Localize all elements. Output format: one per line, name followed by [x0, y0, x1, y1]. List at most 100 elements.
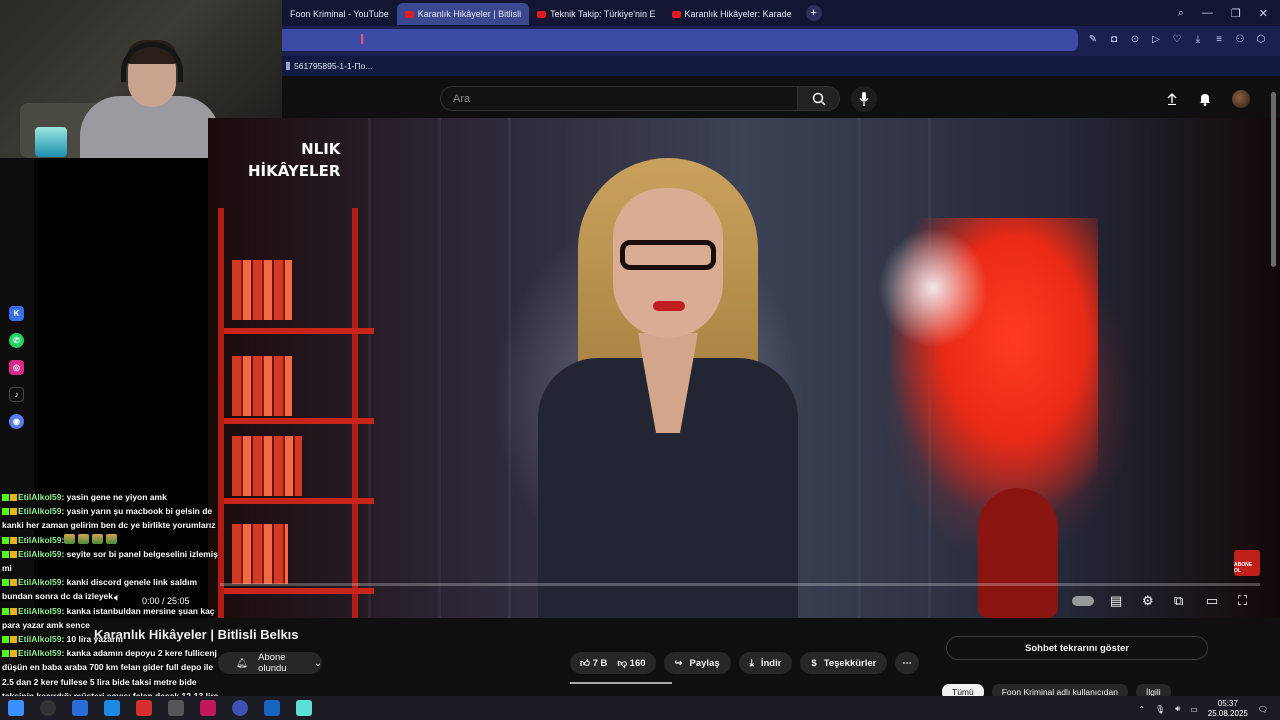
settings-gear-icon[interactable]: ⚙ — [1142, 593, 1154, 609]
progress-bar[interactable] — [220, 583, 1260, 586]
close-button[interactable]: ✕ — [1259, 7, 1268, 20]
chat-badge-icon — [2, 508, 9, 516]
theater-mode-icon[interactable]: ▭ — [1206, 593, 1218, 609]
vpn-icon[interactable]: ⊙ — [1130, 34, 1140, 45]
taskbar-apps — [8, 700, 312, 716]
chat-username[interactable]: EtilAlkol59 — [18, 648, 61, 658]
network-app-icon[interactable] — [264, 700, 280, 716]
dislike-count: 160 — [629, 658, 646, 669]
address-bar-row: I ✎ ◘ ⊙ ▷ ♡ ⤓ ≡ ⚇ ⬡ — [282, 26, 1280, 56]
search-icon — [812, 92, 826, 106]
channel-watermark: NLIK HİKÂYELER — [248, 138, 340, 182]
bookmark-item[interactable]: 561795895-1-1-По... — [294, 61, 372, 71]
extension-icon[interactable]: ⬡ — [1256, 34, 1266, 45]
autoplay-toggle[interactable] — [1072, 596, 1094, 606]
chat-badge-icon — [10, 494, 17, 501]
tab-teknik-takip[interactable]: Teknik Takip: Türkiye'nin E — [529, 3, 663, 25]
subtitles-icon[interactable]: ▤ — [1110, 593, 1122, 609]
whatsapp-icon: ✆ — [9, 333, 24, 348]
discord-icon: ◉ — [9, 414, 24, 429]
chat-badge-icon — [10, 636, 17, 644]
more-actions-button[interactable]: ⋯ — [895, 652, 919, 674]
bookmarks-bar: 561795895-1-1-По... — [282, 56, 1280, 76]
window-controls: ⌕ — ❐ ✕ — [1178, 7, 1280, 20]
browser-app-icon[interactable] — [200, 700, 216, 716]
subscribed-button[interactable]: 🔔︎ Abone olundu ⌄ — [218, 652, 322, 674]
download-button[interactable]: ⤓ İndir — [738, 652, 793, 674]
windows-start-icon[interactable] — [8, 700, 24, 716]
miniplayer-icon[interactable]: ⧉ — [1174, 593, 1183, 609]
chat-badge-icon — [2, 494, 9, 501]
chat-username[interactable]: EtilAlkol59 — [18, 535, 61, 545]
chat-text: : 10 lira yazarm — [61, 634, 123, 645]
show-chat-replay-button[interactable]: Sohbet tekrarını göster — [946, 636, 1208, 660]
chat-username[interactable]: EtilAlkol59 — [18, 549, 61, 559]
new-tab-button[interactable]: + — [805, 5, 822, 21]
menu-icon[interactable]: ≡ — [1214, 34, 1224, 45]
chevron-up-icon[interactable]: ⌃ — [1138, 705, 1145, 714]
notification-icon[interactable]: 🗨︎ — [1258, 705, 1268, 714]
opera-icon[interactable] — [136, 700, 152, 716]
search-icon[interactable] — [40, 700, 56, 716]
instagram-icon: ◎ — [9, 360, 24, 375]
bell-icon[interactable] — [1198, 92, 1212, 106]
screen: Foon Kriminal - YouTube Karanlık Hikâyel… — [0, 0, 1280, 720]
search-tabs-icon[interactable]: ⌕ — [1178, 7, 1184, 20]
video-actions: 👍︎ 7 B 👎︎ 160 ↪ Paylaş ⤓ İndir $ Teşekkü… — [570, 652, 919, 674]
volume-icon[interactable]: 🔊︎ — [1175, 704, 1180, 714]
download-icon[interactable]: ⤓ — [1193, 34, 1203, 45]
app-icon[interactable] — [232, 700, 248, 716]
chat-badge-icon — [2, 607, 9, 615]
chat-username[interactable]: EtilAlkol59 — [18, 506, 61, 516]
watermark-line1: NLIK — [301, 140, 341, 158]
telegram-icon[interactable] — [104, 700, 120, 716]
chat-badge-icon — [10, 550, 17, 558]
chat-username[interactable]: EtilAlkol59 — [18, 606, 61, 616]
thanks-label: Teşekkürler — [823, 657, 877, 669]
chat-message: EtilAlkol59: kanka istanbuldan mersine ş… — [2, 604, 220, 632]
steam-icon[interactable] — [168, 700, 184, 716]
minimize-button[interactable]: — — [1202, 7, 1213, 20]
subscribe-badge-icon[interactable]: ABONE OL — [1234, 550, 1260, 576]
chat-message: EtilAlkol59: yasin yarın şu macbook bi g… — [2, 504, 220, 532]
chat-badge-icon — [2, 636, 9, 644]
page-scrollbar[interactable] — [1271, 92, 1276, 267]
dislike-button[interactable]: 👎︎ 160 — [617, 657, 645, 669]
profile-icon[interactable]: ⚇ — [1235, 34, 1245, 45]
upload-icon[interactable] — [1166, 93, 1178, 105]
stream-chat-overlay: EtilAlkol59: yasin gene ne yiyon amk Etil… — [2, 490, 220, 720]
video-player[interactable]: NLIK HİKÂYELER ABONE OL — [208, 118, 1280, 618]
tab-karanlik-hikayeler-karade[interactable]: Karanlık Hikâyeler: Karade — [664, 3, 800, 25]
tab-label: Karanlık Hikâyeler: Karade — [684, 9, 792, 19]
chat-username[interactable]: EtilAlkol59 — [18, 492, 61, 502]
camera-icon[interactable]: ◘ — [1109, 34, 1119, 45]
like-button[interactable]: 👍︎ 7 B — [580, 657, 607, 669]
microphone-icon[interactable]: 🎙︎ — [1155, 705, 1165, 714]
task-view-icon[interactable] — [72, 700, 88, 716]
share-button[interactable]: ↪ Paylaş — [663, 652, 731, 674]
curtain-line — [368, 118, 371, 618]
thanks-button[interactable]: $ Teşekkürler — [800, 652, 888, 674]
windows-taskbar: ⌃ 🎙︎ 🔊︎ ▭ 05:37 25.08.2025 🗨︎ — [0, 696, 1280, 720]
subscribe-badge-label: ABONE OL — [1234, 562, 1253, 574]
voice-search-button[interactable] — [851, 86, 877, 112]
chat-username[interactable]: EtilAlkol59 — [18, 577, 61, 587]
tab-karanlik-hikayeler-active[interactable]: Karanlık Hikâyeler | Bitlisli — [396, 3, 530, 25]
search-button[interactable] — [798, 86, 840, 111]
fullscreen-icon[interactable]: ⛶ — [1238, 593, 1247, 609]
maximize-button[interactable]: ❐ — [1231, 7, 1241, 20]
edit-icon[interactable]: ✎ — [1088, 34, 1098, 45]
notepad-icon[interactable] — [296, 700, 312, 716]
chat-badge-icon — [10, 536, 17, 544]
tab-label: Foon Kriminal - YouTube — [290, 9, 389, 19]
play-icon[interactable]: ▷ — [1151, 34, 1161, 45]
url-input[interactable]: I — [282, 29, 1078, 51]
heart-icon[interactable]: ♡ — [1172, 34, 1182, 45]
search-input[interactable]: Ara — [440, 86, 798, 111]
account-avatar[interactable] — [1232, 90, 1250, 108]
tab-foon-kriminal[interactable]: Foon Kriminal - YouTube — [282, 3, 397, 25]
chat-username[interactable]: EtilAlkol59 — [18, 634, 61, 644]
clock[interactable]: 05:37 25.08.2025 — [1208, 699, 1248, 719]
like-count: 7 B — [592, 658, 608, 669]
network-icon[interactable]: ▭ — [1190, 705, 1198, 714]
